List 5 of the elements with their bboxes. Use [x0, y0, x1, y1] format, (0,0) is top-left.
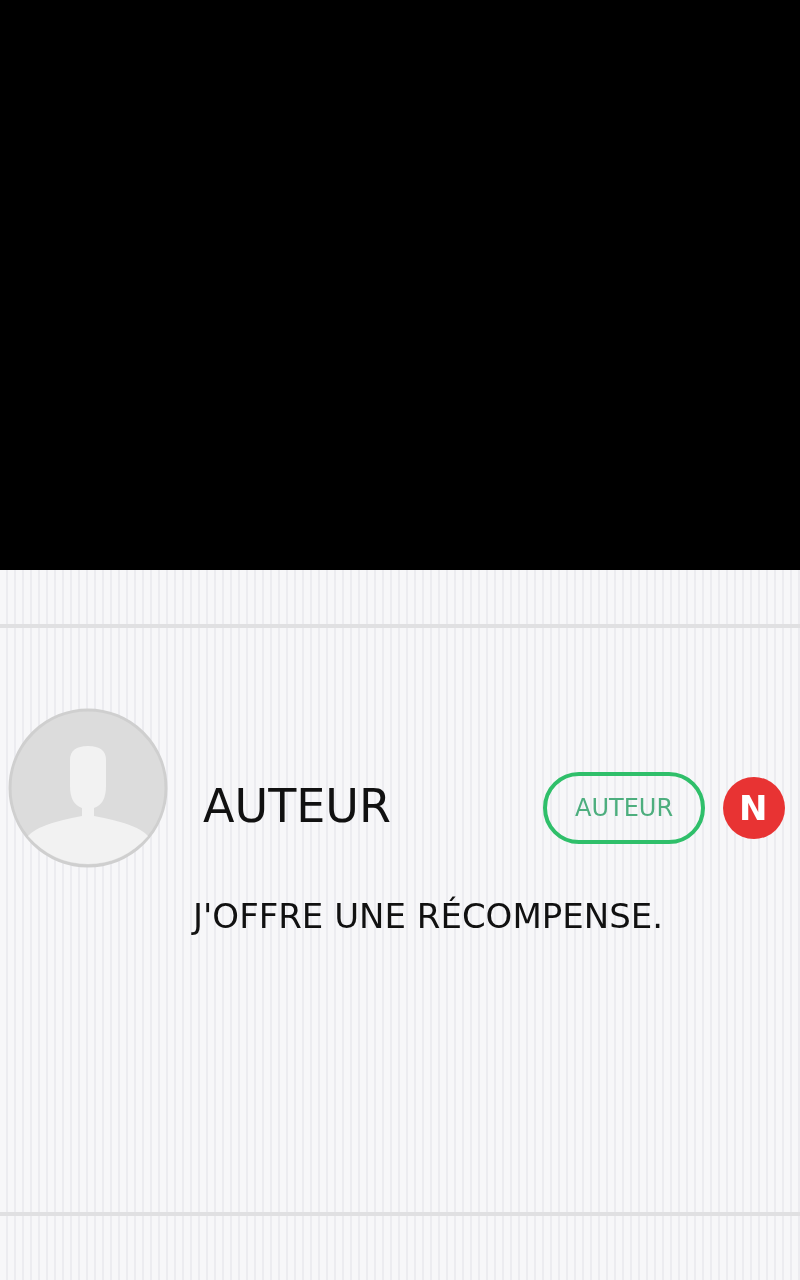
author-name: AUTEUR	[203, 779, 392, 833]
avatar-icon	[8, 708, 168, 868]
author-badge: AUTEUR	[543, 772, 706, 844]
new-badge: N	[723, 777, 786, 839]
comment-text: J'OFFRE UNE RÉCOMPENSE.	[193, 896, 664, 936]
